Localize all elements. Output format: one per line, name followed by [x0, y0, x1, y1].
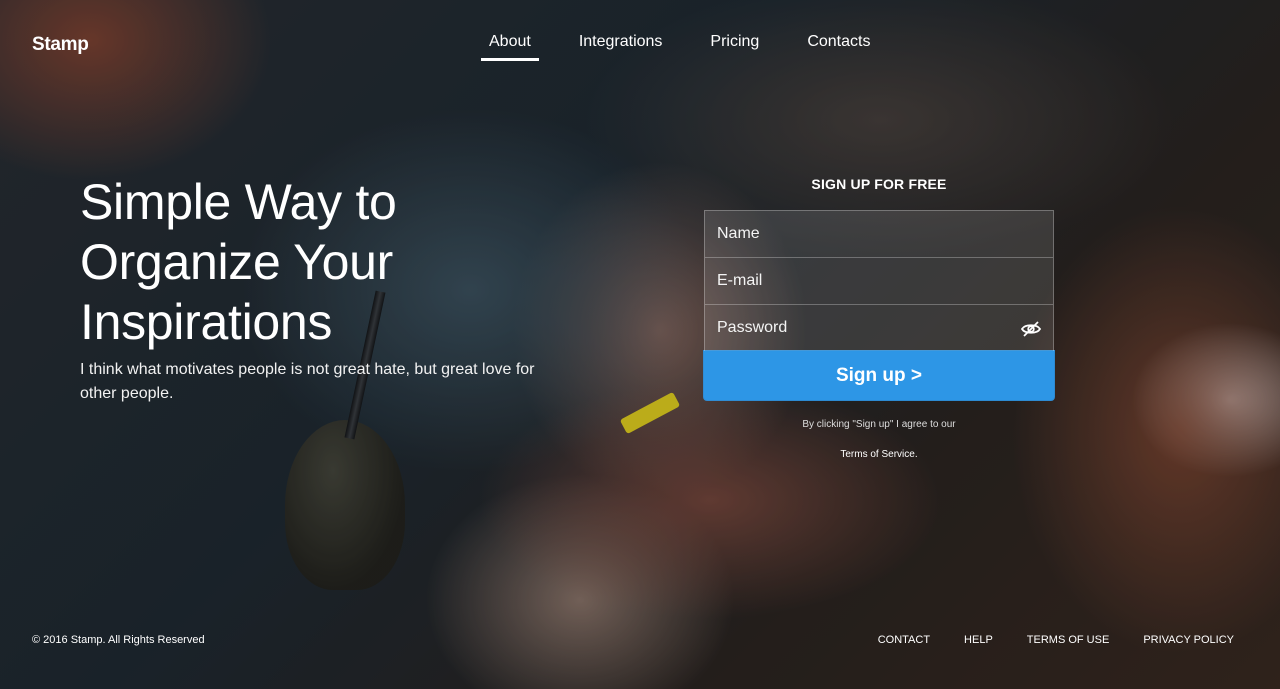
terms-agree-text: By clicking "Sign up" I agree to our: [802, 419, 956, 430]
main-nav: About Integrations Pricing Contacts: [480, 30, 909, 61]
hero-section: Simple Way to Organize Your Inspirations…: [80, 172, 570, 406]
signup-button[interactable]: Sign up >: [704, 351, 1054, 400]
email-input[interactable]: [705, 258, 1053, 304]
nav-item-pricing[interactable]: Pricing: [701, 30, 768, 61]
nav-item-about[interactable]: About: [480, 30, 540, 61]
name-field-wrapper: [704, 210, 1054, 257]
terms-of-service-link[interactable]: Terms of Service.: [704, 449, 1054, 460]
password-input[interactable]: [705, 305, 1053, 351]
footer-links: CONTACT HELP TERMS OF USE PRIVACY POLICY: [844, 634, 1234, 646]
name-input[interactable]: [705, 211, 1053, 257]
signup-title: SIGN UP FOR FREE: [811, 176, 947, 192]
nav-item-contacts[interactable]: Contacts: [798, 30, 879, 61]
copyright-text: © 2016 Stamp. All Rights Reserved: [32, 634, 205, 646]
email-field-wrapper: [704, 257, 1054, 304]
footer-link-contact[interactable]: CONTACT: [878, 634, 930, 646]
signup-form: SIGN UP FOR FREE Sign up > By clicking "…: [704, 176, 1054, 460]
hero-title-line-1: Simple Way to: [80, 174, 397, 230]
footer-link-help[interactable]: HELP: [964, 634, 993, 646]
brand-logo[interactable]: Stamp: [32, 34, 89, 56]
password-field-wrapper: [704, 304, 1054, 351]
hero-title: Simple Way to Organize Your Inspirations: [80, 172, 570, 352]
nav-item-integrations[interactable]: Integrations: [570, 30, 672, 61]
footer-link-terms-of-use[interactable]: TERMS OF USE: [1027, 634, 1110, 646]
eye-slash-icon[interactable]: [1020, 320, 1042, 338]
hero-title-line-3: Inspirations: [80, 294, 333, 350]
footer-link-privacy-policy[interactable]: PRIVACY POLICY: [1143, 634, 1234, 646]
hero-title-line-2: Organize Your: [80, 234, 393, 290]
hero-subtitle: I think what motivates people is not gre…: [80, 361, 535, 402]
